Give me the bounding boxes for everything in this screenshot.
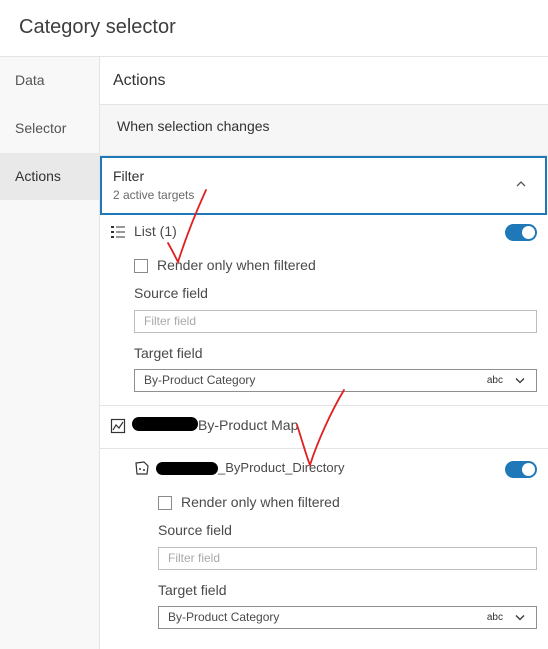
target-field-label: Target field <box>134 345 203 361</box>
chevron-up-icon[interactable] <box>515 179 527 189</box>
sidebar: Data Selector Actions <box>0 57 100 649</box>
target-name-map: By-Product Map <box>198 417 299 433</box>
string-type-icon: abc <box>486 612 503 623</box>
target-field-value: By-Product Category <box>168 610 280 624</box>
panel-title: Actions <box>113 72 166 89</box>
target-toggle-list[interactable] <box>505 224 537 241</box>
target-field-select[interactable]: By-Product Category abc <box>158 606 537 629</box>
target-toggle-directory[interactable] <box>505 461 537 478</box>
filter-label: Filter <box>113 168 145 184</box>
trigger-label: When selection changes <box>117 118 270 134</box>
target-field-label: Target field <box>158 582 227 598</box>
redacted-mark <box>156 462 218 475</box>
sidebar-item-data[interactable]: Data <box>0 57 99 104</box>
render-only-label: Render only when filtered <box>181 494 340 510</box>
target-field-select[interactable]: By-Product Category abc <box>134 369 537 392</box>
table-icon <box>135 461 149 475</box>
source-field-label: Source field <box>158 522 232 538</box>
divider <box>100 448 548 449</box>
window-title: Category selector <box>19 16 176 38</box>
redacted-mark <box>132 417 198 431</box>
sidebar-item-selector[interactable]: Selector <box>0 105 99 152</box>
target-name-list: List (1) <box>134 223 177 239</box>
divider <box>100 405 548 406</box>
render-only-label: Render only when filtered <box>157 257 316 273</box>
render-only-checkbox-directory[interactable] <box>158 496 172 510</box>
target-field-value: By-Product Category <box>144 373 256 387</box>
chevron-down-icon <box>515 615 525 621</box>
target-name-directory: _ByProduct_Directory <box>218 460 345 475</box>
string-type-icon: abc <box>486 375 503 386</box>
source-field-label: Source field <box>134 285 208 301</box>
actions-panel: Actions When selection changes Filter 2 … <box>100 57 548 649</box>
trigger-section: When selection changes <box>100 105 548 156</box>
render-only-checkbox-list[interactable] <box>134 259 148 273</box>
filter-action-header[interactable]: Filter 2 active targets <box>100 156 547 215</box>
filter-subtitle: 2 active targets <box>113 188 195 202</box>
source-field-input[interactable]: Filter field <box>134 310 537 333</box>
chevron-down-icon <box>515 378 525 384</box>
title-bar: Category selector <box>0 0 548 57</box>
list-icon <box>111 226 125 238</box>
sidebar-item-actions[interactable]: Actions <box>0 153 99 200</box>
map-icon <box>110 418 126 434</box>
source-field-input[interactable]: Filter field <box>158 547 537 570</box>
panel-header: Actions <box>100 57 548 105</box>
